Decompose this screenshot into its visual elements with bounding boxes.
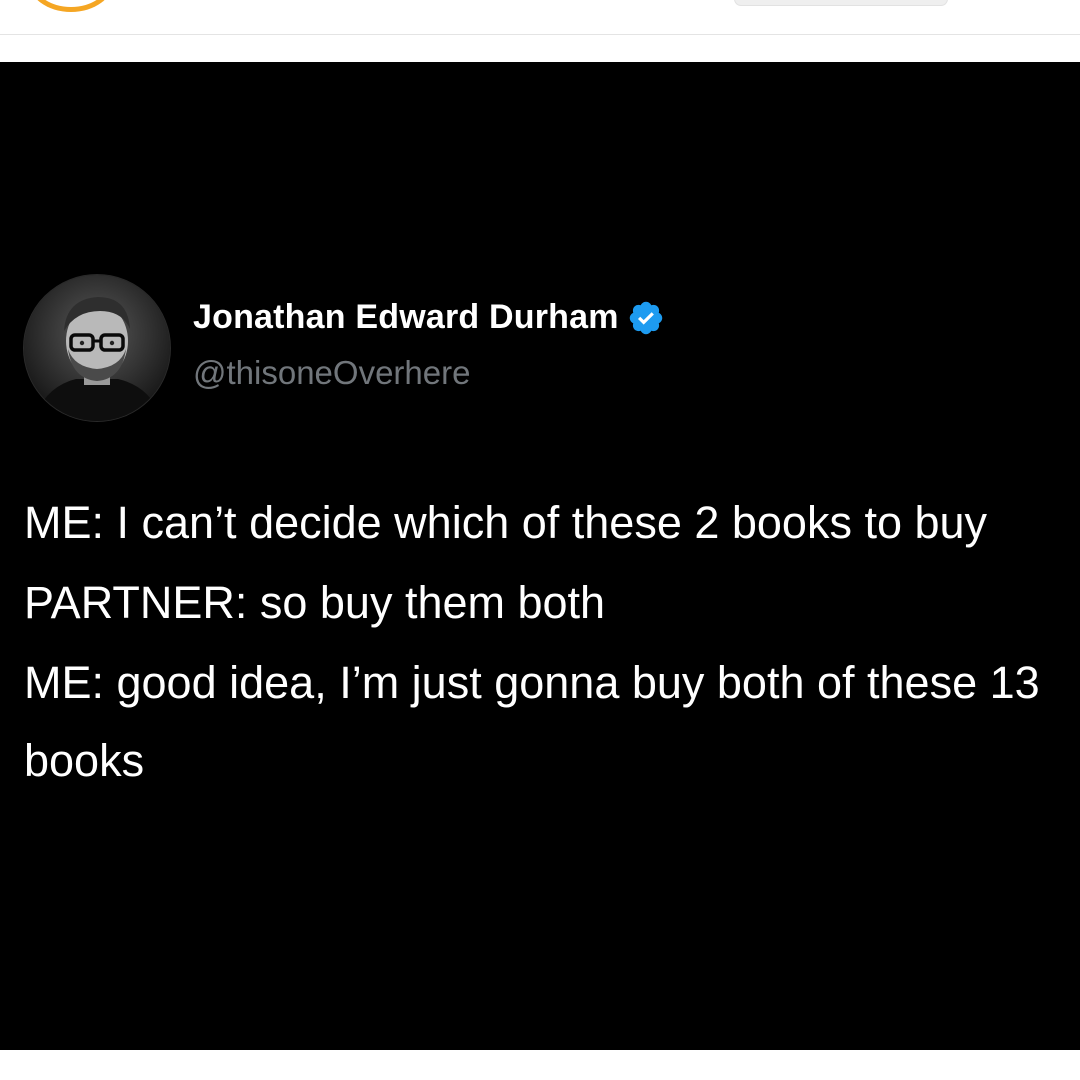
author-name-text[interactable]: Jonathan Edward Durham xyxy=(193,298,619,337)
avatar-portrait-icon xyxy=(24,275,170,421)
screenshot-page: Jonathan Edward Durham @thisoneOverhere … xyxy=(0,0,1080,1080)
verified-badge-icon xyxy=(629,301,662,334)
author-name[interactable]: Jonathan Edward Durham xyxy=(193,298,665,337)
top-search-bar[interactable] xyxy=(734,0,948,6)
tweet-paragraph: ME: good idea, I’m just gonna buy both o… xyxy=(24,657,1040,786)
tweet-card: Jonathan Edward Durham @thisoneOverhere … xyxy=(0,62,1080,1050)
app-logo-icon[interactable] xyxy=(28,0,114,12)
tweet-paragraph: ME: I can’t decide which of these 2 book… xyxy=(24,497,988,548)
tweet-paragraph: PARTNER: so buy them both xyxy=(24,577,606,628)
tweet-text: ME: I can’t decide which of these 2 book… xyxy=(24,484,1064,802)
author-handle[interactable]: @thisoneOverhere xyxy=(193,354,470,392)
avatar[interactable] xyxy=(23,274,171,422)
app-top-bar xyxy=(0,0,1080,35)
